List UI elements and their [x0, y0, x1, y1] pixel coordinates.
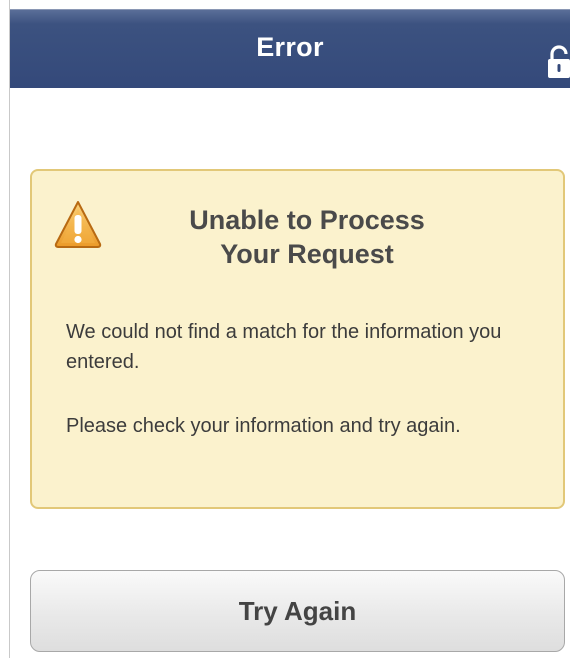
- left-divider: [9, 0, 10, 658]
- alert-title: Unable to Process Your Request: [122, 203, 492, 271]
- alert-message-no-match: We could not find a match for the inform…: [66, 321, 502, 373]
- error-alert: Unable to Process Your Request We could …: [30, 169, 565, 509]
- alert-message-check-info: Please check your information and try ag…: [66, 415, 461, 437]
- try-again-button[interactable]: Try Again: [30, 570, 565, 652]
- warning-icon: [54, 201, 102, 248]
- header-bar: Error: [10, 9, 570, 88]
- alert-title-line1: Unable to Process: [189, 205, 425, 235]
- page-title: Error: [256, 32, 324, 62]
- lock-icon[interactable]: [546, 44, 570, 80]
- error-page: Error Unable to Process Your Request We …: [0, 0, 570, 658]
- alert-title-line2: Your Request: [220, 239, 394, 269]
